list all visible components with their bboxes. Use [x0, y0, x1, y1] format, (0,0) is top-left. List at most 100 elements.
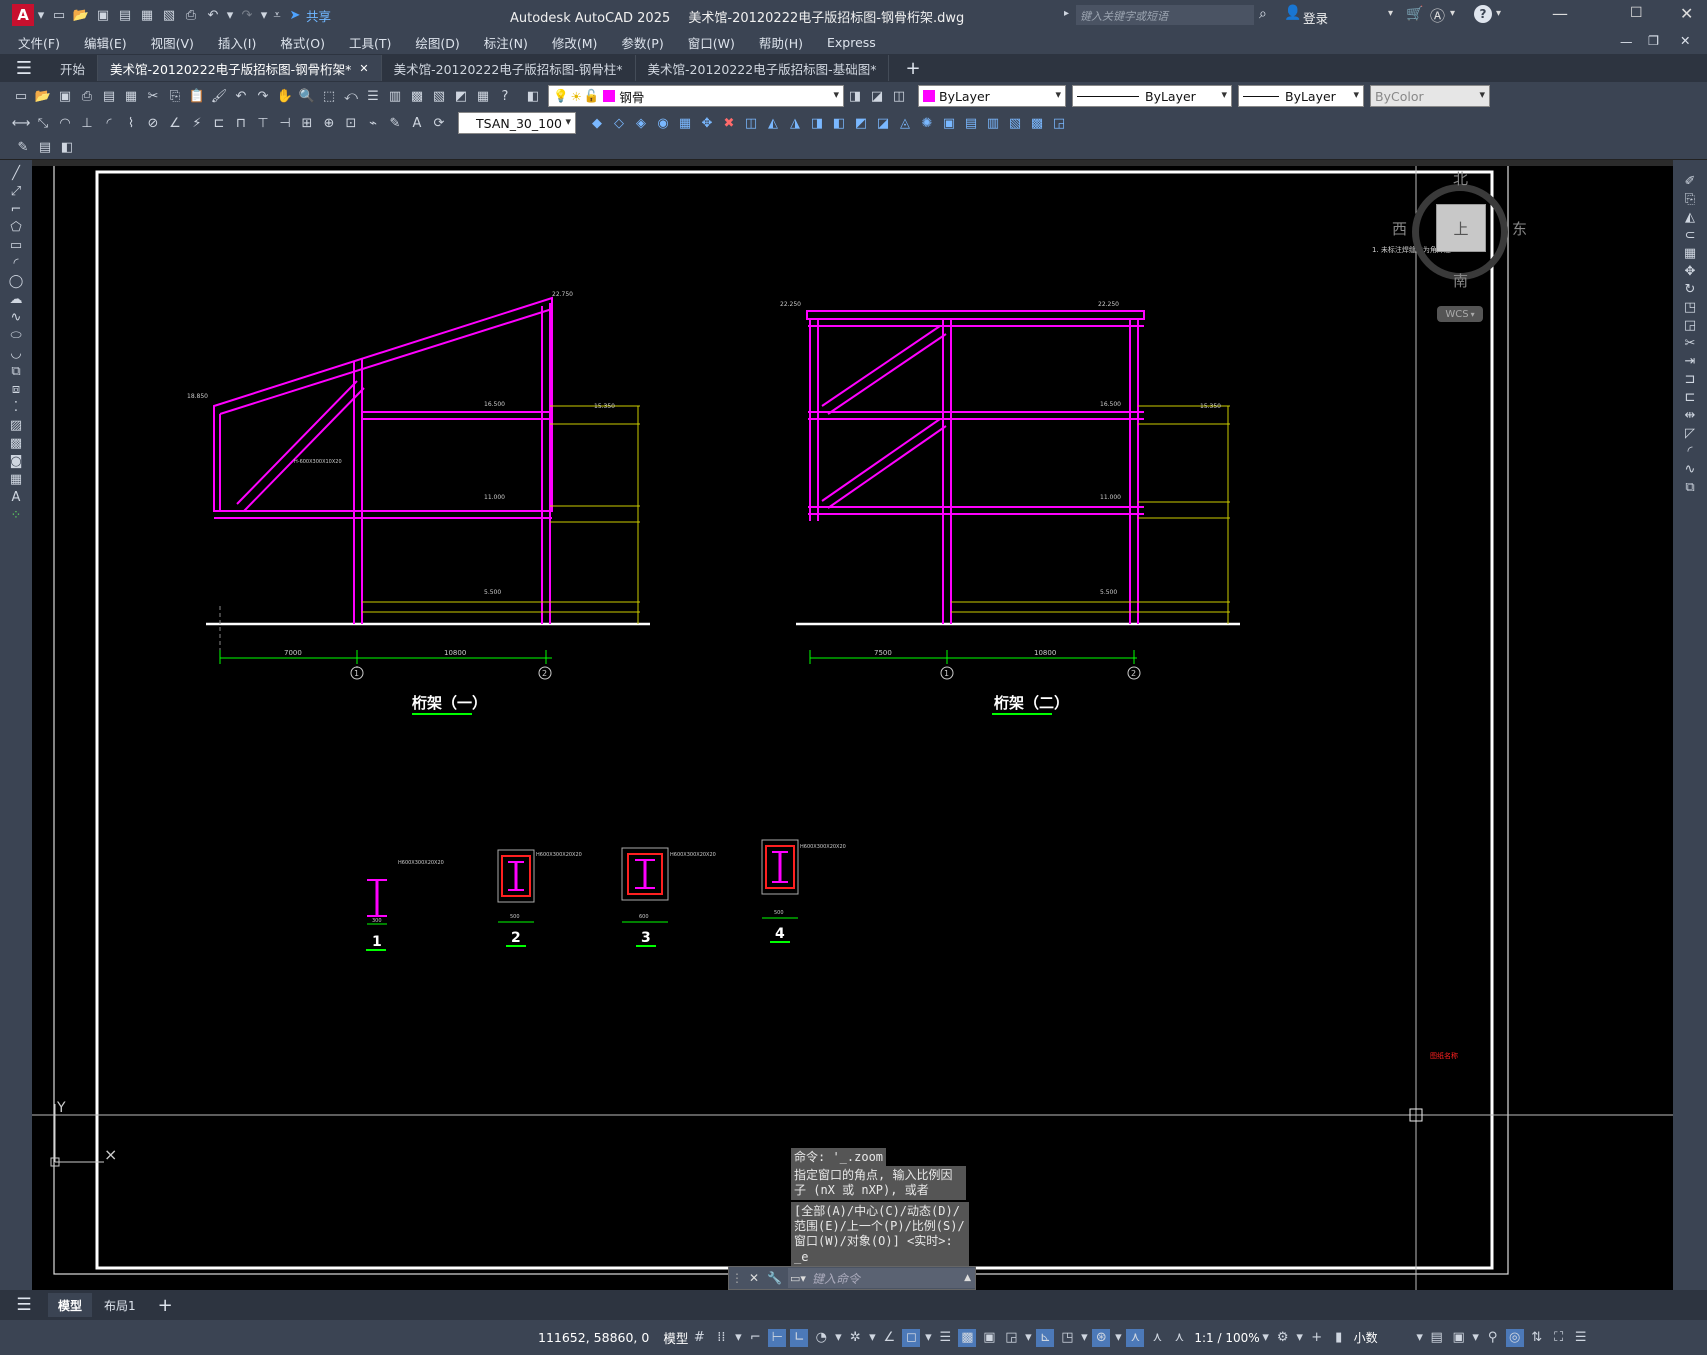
compass-north[interactable]: 北	[1453, 168, 1468, 189]
snap-icon[interactable]: ⁞⁞	[712, 1329, 730, 1347]
help-search-input[interactable]: 键入关键字或短语	[1076, 5, 1254, 25]
lock-ui-dropdown-icon[interactable]: ▾	[1472, 1329, 1480, 1347]
dim-radius-icon[interactable]: ◜	[100, 114, 118, 132]
layer-states-icon[interactable]: ◫	[890, 87, 908, 105]
polygon-icon[interactable]: ⬠	[7, 218, 25, 236]
polyline-icon[interactable]: ⌐	[7, 200, 25, 218]
selection-filter-dropdown-icon[interactable]: ▾	[1080, 1329, 1088, 1347]
undo-dropdown-icon[interactable]: ▾	[226, 6, 234, 24]
dim-break-icon[interactable]: ⊣	[276, 114, 294, 132]
search-expand-icon[interactable]: ▸	[1064, 8, 1069, 19]
dim-space-icon[interactable]: ⊤	[254, 114, 272, 132]
construction-line-icon[interactable]: ⤢	[7, 182, 25, 200]
dim-aligned-icon[interactable]: ⤡	[34, 114, 52, 132]
lock-ui-icon[interactable]: ▣	[1450, 1329, 1468, 1347]
lineweight-icon[interactable]: ☰	[936, 1329, 954, 1347]
share-label[interactable]: 共享	[306, 6, 331, 25]
dim-update-icon[interactable]: ⟳	[430, 114, 448, 132]
add-layout-plus-icon[interactable]: +	[158, 1295, 173, 1316]
annotation-scale-icon[interactable]: ⋏	[1170, 1329, 1188, 1347]
modify-array-icon[interactable]: ▦	[676, 114, 694, 132]
viewcube[interactable]: 北 南 西 东 上 WCS ▾	[1392, 166, 1527, 326]
redo-icon[interactable]: ↷	[238, 6, 256, 24]
a360-dropdown-icon[interactable]: ▾	[1450, 8, 1455, 19]
chamfer-icon[interactable]: ◸	[1681, 424, 1699, 442]
dim-angular-icon[interactable]: ∠	[166, 114, 184, 132]
line-icon[interactable]: ╱	[7, 164, 25, 182]
modify-stretch-icon[interactable]: ◭	[764, 114, 782, 132]
model-space-canvas[interactable]: Y × 7000 10800 1 2 18.850 22.750 16.500 …	[32, 166, 1673, 1290]
layer-tools-icon[interactable]: ◧	[58, 139, 76, 157]
extend-icon[interactable]: ⇥	[1681, 352, 1699, 370]
modify-mirror-icon[interactable]: ◈	[632, 114, 650, 132]
modify-copy-icon[interactable]: ◇	[610, 114, 628, 132]
cart-icon[interactable]: 🛒	[1406, 6, 1423, 22]
copy-icon[interactable]: ⎘	[166, 87, 184, 105]
units-icon[interactable]: ▮	[1330, 1329, 1348, 1347]
layer-manager-icon[interactable]: ◧	[524, 87, 542, 105]
object-snap-tracking-icon[interactable]: ∠	[880, 1329, 898, 1347]
calculator-icon[interactable]: ▦	[474, 87, 492, 105]
recent-commands-icon[interactable]: ▭▾	[790, 1272, 806, 1285]
isolate-objects-icon[interactable]: ⚲	[1484, 1329, 1502, 1347]
make-current-icon[interactable]: ◨	[846, 87, 864, 105]
command-input[interactable]: ▭▾ 键入命令 ▲	[788, 1268, 975, 1288]
save-icon[interactable]: ▣	[94, 6, 112, 24]
wcs-menu[interactable]: WCS ▾	[1437, 306, 1483, 322]
quick-dim-icon[interactable]: ⚡	[188, 114, 206, 132]
doc-close-icon[interactable]: ✕	[1680, 33, 1690, 48]
3d-osnap-dropdown-icon[interactable]: ▾	[1024, 1329, 1032, 1347]
match-props-icon[interactable]: 🖌	[210, 87, 228, 105]
graphics-performance-icon[interactable]: ◎	[1505, 1328, 1524, 1347]
join-icon[interactable]: ⇹	[1681, 406, 1699, 424]
menu-parametric[interactable]: 参数(P)	[621, 33, 663, 52]
make-block-icon[interactable]: ⧈	[7, 380, 25, 398]
tab-column-drawing[interactable]: 美术馆-20120222电子版招标图-钢骨柱*	[382, 55, 636, 81]
dim-linear-icon[interactable]: ⟷	[12, 114, 31, 132]
zoom-realtime-icon[interactable]: 🔍	[298, 87, 316, 105]
dim-baseline-icon[interactable]: ⊏	[210, 114, 228, 132]
fillet-icon[interactable]: ◜	[1681, 442, 1699, 460]
circle-icon[interactable]: ◯	[7, 272, 25, 290]
block-save-icon[interactable]: ▧	[1006, 114, 1024, 132]
qnew-icon[interactable]: ▭	[12, 87, 30, 105]
dim-edit-icon[interactable]: ✎	[386, 114, 404, 132]
menu-edit[interactable]: 编辑(E)	[84, 33, 127, 52]
layer-unlock-icon[interactable]: 🔓	[584, 88, 600, 104]
linetype-dropdown[interactable]: ByLayer ▾	[1072, 85, 1232, 107]
tab-close-icon[interactable]: ✕	[359, 62, 368, 75]
center-mark-icon[interactable]: ⊕	[320, 114, 338, 132]
dim-arc-icon[interactable]: ◠	[56, 114, 74, 132]
plotstyle-dropdown[interactable]: ByColor ▾	[1370, 85, 1490, 107]
insert-block-icon[interactable]: ⧉	[7, 362, 25, 380]
mtext-icon[interactable]: A	[7, 488, 25, 506]
group-icon[interactable]: ◲	[1050, 114, 1068, 132]
dim-continue-icon[interactable]: ⊓	[232, 114, 250, 132]
paste-icon[interactable]: 📋	[188, 87, 206, 105]
selection-cycling-icon[interactable]: ▣	[980, 1329, 998, 1347]
grid-icon[interactable]: #	[690, 1329, 708, 1347]
dim-text-edit-icon[interactable]: A	[408, 114, 426, 132]
xref-icon[interactable]: ▩	[1028, 114, 1046, 132]
annotation-visibility-icon[interactable]: ⋏	[1126, 1328, 1145, 1347]
annotation-scale-value[interactable]: 1:1 / 100%	[1194, 1331, 1259, 1345]
help-dropdown-icon[interactable]: ▾	[1496, 8, 1501, 19]
mirror-icon[interactable]: ◭	[1681, 208, 1699, 226]
block-attr-icon[interactable]: ▥	[984, 114, 1002, 132]
polar-dropdown-icon[interactable]: ▾	[834, 1329, 842, 1347]
modify-fillet-icon[interactable]: ◬	[896, 114, 914, 132]
doc-restore-icon[interactable]: ❐	[1648, 33, 1659, 48]
properties-icon[interactable]: ☰	[364, 87, 382, 105]
layer-thaw-icon[interactable]: ☀	[571, 89, 582, 104]
print-icon[interactable]: ⎙	[78, 87, 96, 105]
autodesk-a360-icon[interactable]: Ⓐ	[1430, 5, 1445, 26]
design-center-icon[interactable]: ▥	[386, 87, 404, 105]
menu-view[interactable]: 视图(V)	[151, 33, 194, 52]
stretch-icon[interactable]: ◲	[1681, 316, 1699, 334]
jogged-linear-icon[interactable]: ⌁	[364, 114, 382, 132]
dynamic-input-icon[interactable]: ⊢	[768, 1328, 787, 1347]
cut-icon[interactable]: ✂	[144, 87, 162, 105]
explode-icon[interactable]: ⧉	[1681, 478, 1699, 496]
break-icon[interactable]: ⊏	[1681, 388, 1699, 406]
layout-menu-icon[interactable]: ☰	[0, 1295, 48, 1315]
